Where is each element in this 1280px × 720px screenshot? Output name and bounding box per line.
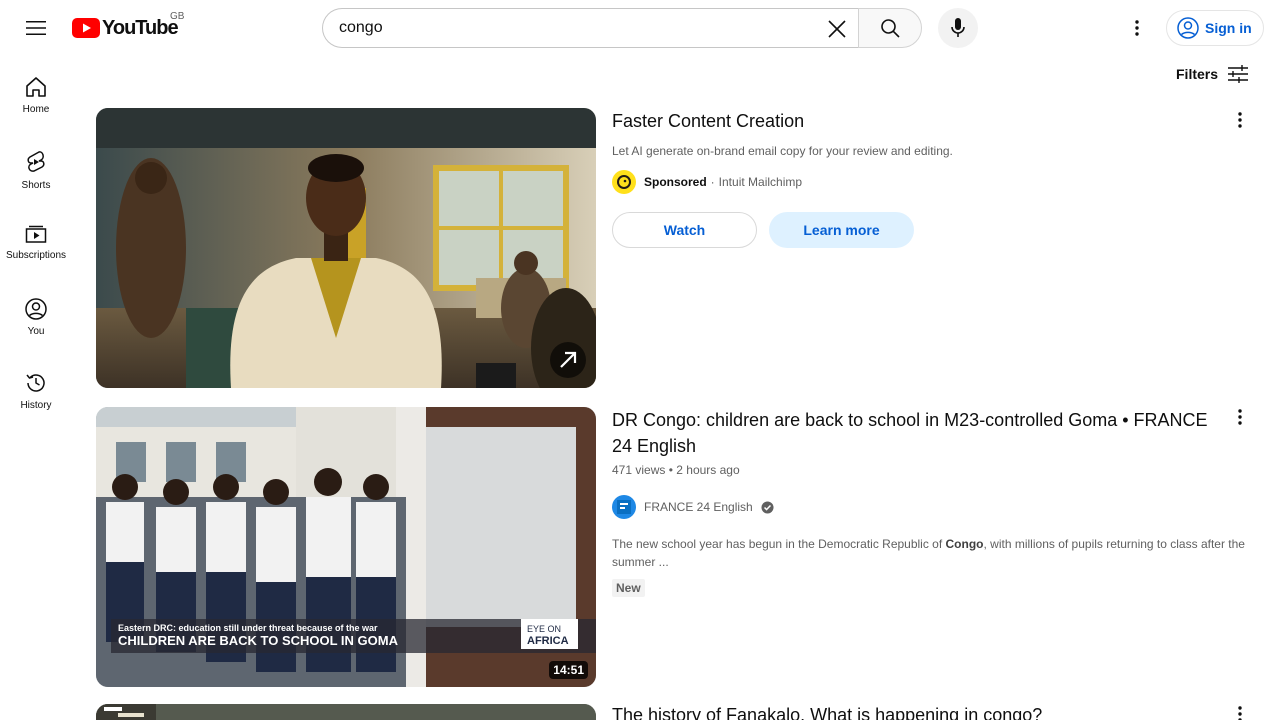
new-badge: New	[612, 579, 645, 597]
the-miner-thumbnail-image	[96, 704, 596, 720]
video-title[interactable]: DR Congo: children are back to school in…	[612, 407, 1212, 459]
open-link-button[interactable]	[550, 342, 586, 378]
sidebar-item-subscriptions[interactable]: Subscriptions	[0, 204, 72, 278]
video-duration: 14:51	[549, 661, 588, 679]
video-thumbnail[interactable]	[96, 704, 596, 720]
voice-search-button[interactable]	[938, 8, 978, 48]
channel-row[interactable]: FRANCE 24 English	[612, 495, 1232, 519]
school-children-thumbnail-image: Eastern DRC: education still under threa…	[96, 407, 596, 687]
sidebar-item-label: History	[20, 400, 52, 411]
sidebar-item-label: You	[27, 326, 45, 337]
thumb-brand-line-2: AFRICA	[527, 635, 569, 647]
history-icon	[26, 374, 45, 392]
sponsored-ad-result: Faster Content Creation Let AI generate …	[96, 108, 1256, 388]
ad-thumbnail[interactable]	[96, 108, 596, 388]
ad-description: Let AI generate on-brand email copy for …	[612, 144, 953, 158]
advertiser-name[interactable]: Intuit Mailchimp	[719, 175, 802, 189]
logo-text: YouTube	[102, 16, 179, 39]
mailchimp-logo-icon	[617, 175, 631, 189]
description-highlight: Congo	[945, 537, 984, 551]
vertical-dots-icon	[1238, 112, 1242, 128]
video-result: Eastern DRC: education still under threa…	[96, 407, 1256, 687]
video-metadata: 471 views • 2 hours ago	[612, 461, 1232, 479]
home-icon	[26, 77, 46, 97]
ad-action-menu-button[interactable]	[1228, 108, 1252, 132]
external-link-arrow-icon	[560, 351, 577, 368]
vertical-dots-icon	[1238, 706, 1242, 720]
shorts-icon	[27, 151, 45, 172]
sponsor-separator: ·	[710, 175, 715, 189]
search-input[interactable]	[339, 19, 809, 37]
mini-guide-sidebar: Home Shorts Subscriptions You History	[0, 56, 72, 426]
sidebar-item-label: Home	[22, 104, 50, 115]
settings-more-button[interactable]	[1117, 8, 1157, 48]
account-circle-icon	[1177, 17, 1199, 39]
video-action-menu-button[interactable]	[1228, 704, 1252, 720]
view-count: 471 views	[612, 463, 666, 477]
search-box	[322, 8, 859, 48]
close-icon	[828, 20, 846, 38]
watch-button[interactable]: Watch	[612, 212, 757, 248]
filters-label: Filters	[1176, 66, 1219, 82]
sign-in-button[interactable]: Sign in	[1166, 10, 1264, 46]
learn-more-button[interactable]: Learn more	[769, 212, 914, 248]
clear-search-button[interactable]	[819, 11, 855, 47]
ad-info: Faster Content Creation Let AI generate …	[612, 108, 1232, 248]
microphone-icon	[951, 18, 965, 37]
sidebar-item-shorts[interactable]: Shorts	[0, 130, 72, 204]
video-info: The history of Fanakalo. What is happeni…	[612, 704, 1232, 720]
thumb-caption-main: CHILDREN ARE BACK TO SCHOOL IN GOMA	[118, 633, 399, 648]
logo-country-code: GB	[170, 11, 185, 22]
ad-buttons: Watch Learn more	[612, 212, 1232, 248]
video-action-menu-button[interactable]	[1228, 405, 1252, 429]
vertical-dots-icon	[1135, 20, 1139, 36]
sidebar-item-home[interactable]: Home	[0, 56, 72, 130]
video-info: DR Congo: children are back to school in…	[612, 407, 1245, 597]
sidebar-item-history[interactable]: History	[0, 352, 72, 426]
verified-badge-icon	[761, 500, 774, 514]
channel-name[interactable]: FRANCE 24 English	[644, 500, 753, 514]
video-result: The history of Fanakalo. What is happeni…	[96, 704, 1256, 720]
search-button[interactable]	[858, 8, 922, 48]
hamburger-menu-icon	[26, 21, 46, 35]
filter-sliders-icon	[1228, 65, 1249, 83]
ad-sponsor-row: Sponsored · Intuit Mailchimp	[612, 170, 1232, 194]
ad-title[interactable]: Faster Content Creation	[612, 108, 1232, 134]
thumb-caption-top: Eastern DRC: education still under threa…	[118, 623, 378, 633]
sidebar-item-label: Shorts	[21, 180, 51, 191]
vertical-dots-icon	[1238, 409, 1242, 425]
sidebar-item-label: Subscriptions	[5, 250, 67, 261]
thumb-brand-line-1: EYE ON	[527, 624, 561, 634]
youtube-play-logo-icon	[72, 18, 100, 38]
office-scene-thumbnail-image	[96, 108, 596, 388]
channel-avatar[interactable]	[612, 495, 636, 519]
top-bar: YouTube GB Sign in	[0, 0, 1280, 56]
youtube-logo[interactable]: YouTube GB	[72, 11, 184, 39]
france24-logo-icon	[617, 500, 631, 514]
sidebar-item-you[interactable]: You	[0, 278, 72, 352]
subscriptions-icon	[25, 225, 47, 243]
guide-menu-button[interactable]	[16, 8, 56, 48]
description-text-before: The new school year has begun in the Dem…	[612, 537, 946, 551]
video-thumbnail[interactable]: Eastern DRC: education still under threa…	[96, 407, 596, 687]
video-description: The new school year has begun in the Dem…	[612, 535, 1252, 571]
upload-age: 2 hours ago	[676, 463, 740, 477]
sign-in-label: Sign in	[1205, 20, 1252, 36]
metadata-separator: •	[668, 463, 673, 477]
search-icon	[881, 19, 900, 38]
video-title[interactable]: The history of Fanakalo. What is happeni…	[612, 704, 1232, 720]
sponsored-label: Sponsored	[644, 175, 707, 189]
filters-button[interactable]: Filters	[1176, 62, 1249, 86]
advertiser-avatar[interactable]	[612, 170, 636, 194]
you-icon	[25, 298, 47, 320]
